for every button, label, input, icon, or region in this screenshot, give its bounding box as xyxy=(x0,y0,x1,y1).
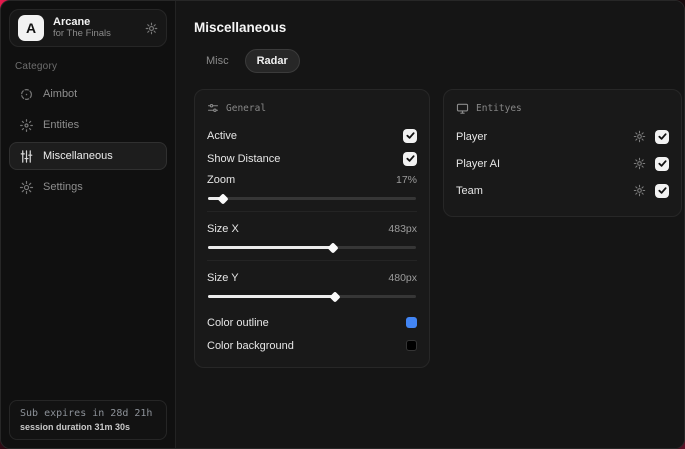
slider-label-row: Size Y 480px xyxy=(207,268,417,288)
color-background-row: Color background xyxy=(207,334,417,357)
tab-misc[interactable]: Misc xyxy=(194,49,241,73)
session-duration-text: session duration 31m 30s xyxy=(20,422,131,432)
app-logo: A xyxy=(18,15,44,41)
color-background-swatch[interactable] xyxy=(406,340,417,351)
entity-row-player: Player xyxy=(456,125,669,148)
tab-radar[interactable]: Radar xyxy=(244,49,300,73)
sidebar-item-entities[interactable]: Entities xyxy=(9,111,167,139)
app-window: A Arcane for The Finals Category Aimbot xyxy=(0,0,685,449)
gear-icon[interactable] xyxy=(633,130,646,143)
entity-label: Team xyxy=(456,184,483,197)
sidebar-item-label: Miscellaneous xyxy=(43,150,113,162)
sidebar-item-miscellaneous[interactable]: Miscellaneous xyxy=(9,142,167,170)
sidebar-item-settings[interactable]: Settings xyxy=(9,173,167,201)
sidebar: A Arcane for The Finals Category Aimbot xyxy=(1,1,176,448)
entity-label: Player xyxy=(456,130,488,143)
profile-text: Arcane for The Finals xyxy=(53,16,136,40)
slider-thumb[interactable] xyxy=(216,192,229,205)
entities-panel: Entityes Player Player AI Team xyxy=(443,89,682,217)
gear-icon xyxy=(19,180,34,195)
panels-row: General Active Show Distance Zoom 17% Si… xyxy=(194,89,682,368)
slider-value: 483px xyxy=(388,223,417,235)
size-x-slider-group: Size X 483px xyxy=(207,219,417,261)
page-title: Miscellaneous xyxy=(194,20,287,35)
slider-value: 17% xyxy=(395,174,417,186)
active-checkbox[interactable] xyxy=(403,128,417,143)
entity-row-team: Team xyxy=(456,179,669,202)
size-y-slider[interactable] xyxy=(208,290,416,303)
slider-fill xyxy=(208,295,335,298)
monitor-icon xyxy=(456,102,469,115)
gear-icon[interactable] xyxy=(633,157,646,170)
slider-label: Size Y xyxy=(207,272,239,284)
tab-bar: Misc Radar xyxy=(194,49,682,73)
sliders-horizontal-icon xyxy=(207,102,219,114)
slider-label: Zoom xyxy=(207,174,236,186)
zoom-slider[interactable] xyxy=(208,192,416,205)
slider-fill xyxy=(208,246,333,249)
sliders-icon xyxy=(19,149,34,164)
toggle-label: Show Distance xyxy=(207,152,281,165)
entities-panel-header: Entityes xyxy=(456,102,669,115)
color-outline-row: Color outline xyxy=(207,311,417,334)
sub-expiry-text: Sub expires in 28d 21h xyxy=(20,408,153,419)
size-y-slider-group: Size Y 480px xyxy=(207,268,417,309)
slider-value: 480px xyxy=(388,272,417,284)
slider-label: Size X xyxy=(207,223,239,235)
gear-icon[interactable] xyxy=(145,22,158,35)
size-x-slider[interactable] xyxy=(208,241,416,254)
general-panel: General Active Show Distance Zoom 17% Si… xyxy=(194,89,430,368)
team-checkbox[interactable] xyxy=(655,183,669,198)
sidebar-item-label: Entities xyxy=(43,119,80,131)
show-distance-checkbox[interactable] xyxy=(403,151,417,166)
general-panel-title: General xyxy=(226,102,267,114)
color-label: Color background xyxy=(207,339,294,352)
crosshair-icon xyxy=(19,87,34,102)
sidebar-item-label: Settings xyxy=(43,181,83,193)
color-outline-swatch[interactable] xyxy=(406,317,417,328)
sidebar-item-label: Aimbot xyxy=(43,88,78,100)
app-subtitle: for The Finals xyxy=(53,27,111,39)
toggle-row-show-distance: Show Distance xyxy=(207,147,417,170)
app-title: Arcane xyxy=(53,16,91,29)
entities-panel-title: Entityes xyxy=(476,103,522,114)
player-checkbox[interactable] xyxy=(655,129,669,144)
gear-icon[interactable] xyxy=(633,184,646,197)
category-label: Category xyxy=(15,61,58,72)
entity-row-player-ai: Player AI xyxy=(456,152,669,175)
slider-label-row: Size X 483px xyxy=(207,219,417,239)
zoom-slider-group: Zoom 17% xyxy=(207,170,417,212)
general-panel-header: General xyxy=(207,102,417,114)
slider-thumb[interactable] xyxy=(327,241,339,254)
color-label: Color outline xyxy=(207,316,269,329)
toggle-row-active: Active xyxy=(207,124,417,147)
entity-label: Player AI xyxy=(456,157,501,170)
player-ai-checkbox[interactable] xyxy=(655,156,669,171)
main-content: Miscellaneous Misc Radar General Active … xyxy=(176,1,684,448)
scan-icon xyxy=(19,118,34,133)
profile-card: A Arcane for The Finals xyxy=(9,9,167,47)
slider-label-row: Zoom 17% xyxy=(207,170,417,190)
sidebar-item-aimbot[interactable]: Aimbot xyxy=(9,80,167,108)
toggle-label: Active xyxy=(207,129,237,142)
subscription-footer: Sub expires in 28d 21h session duration … xyxy=(9,400,167,440)
slider-thumb[interactable] xyxy=(329,290,341,303)
